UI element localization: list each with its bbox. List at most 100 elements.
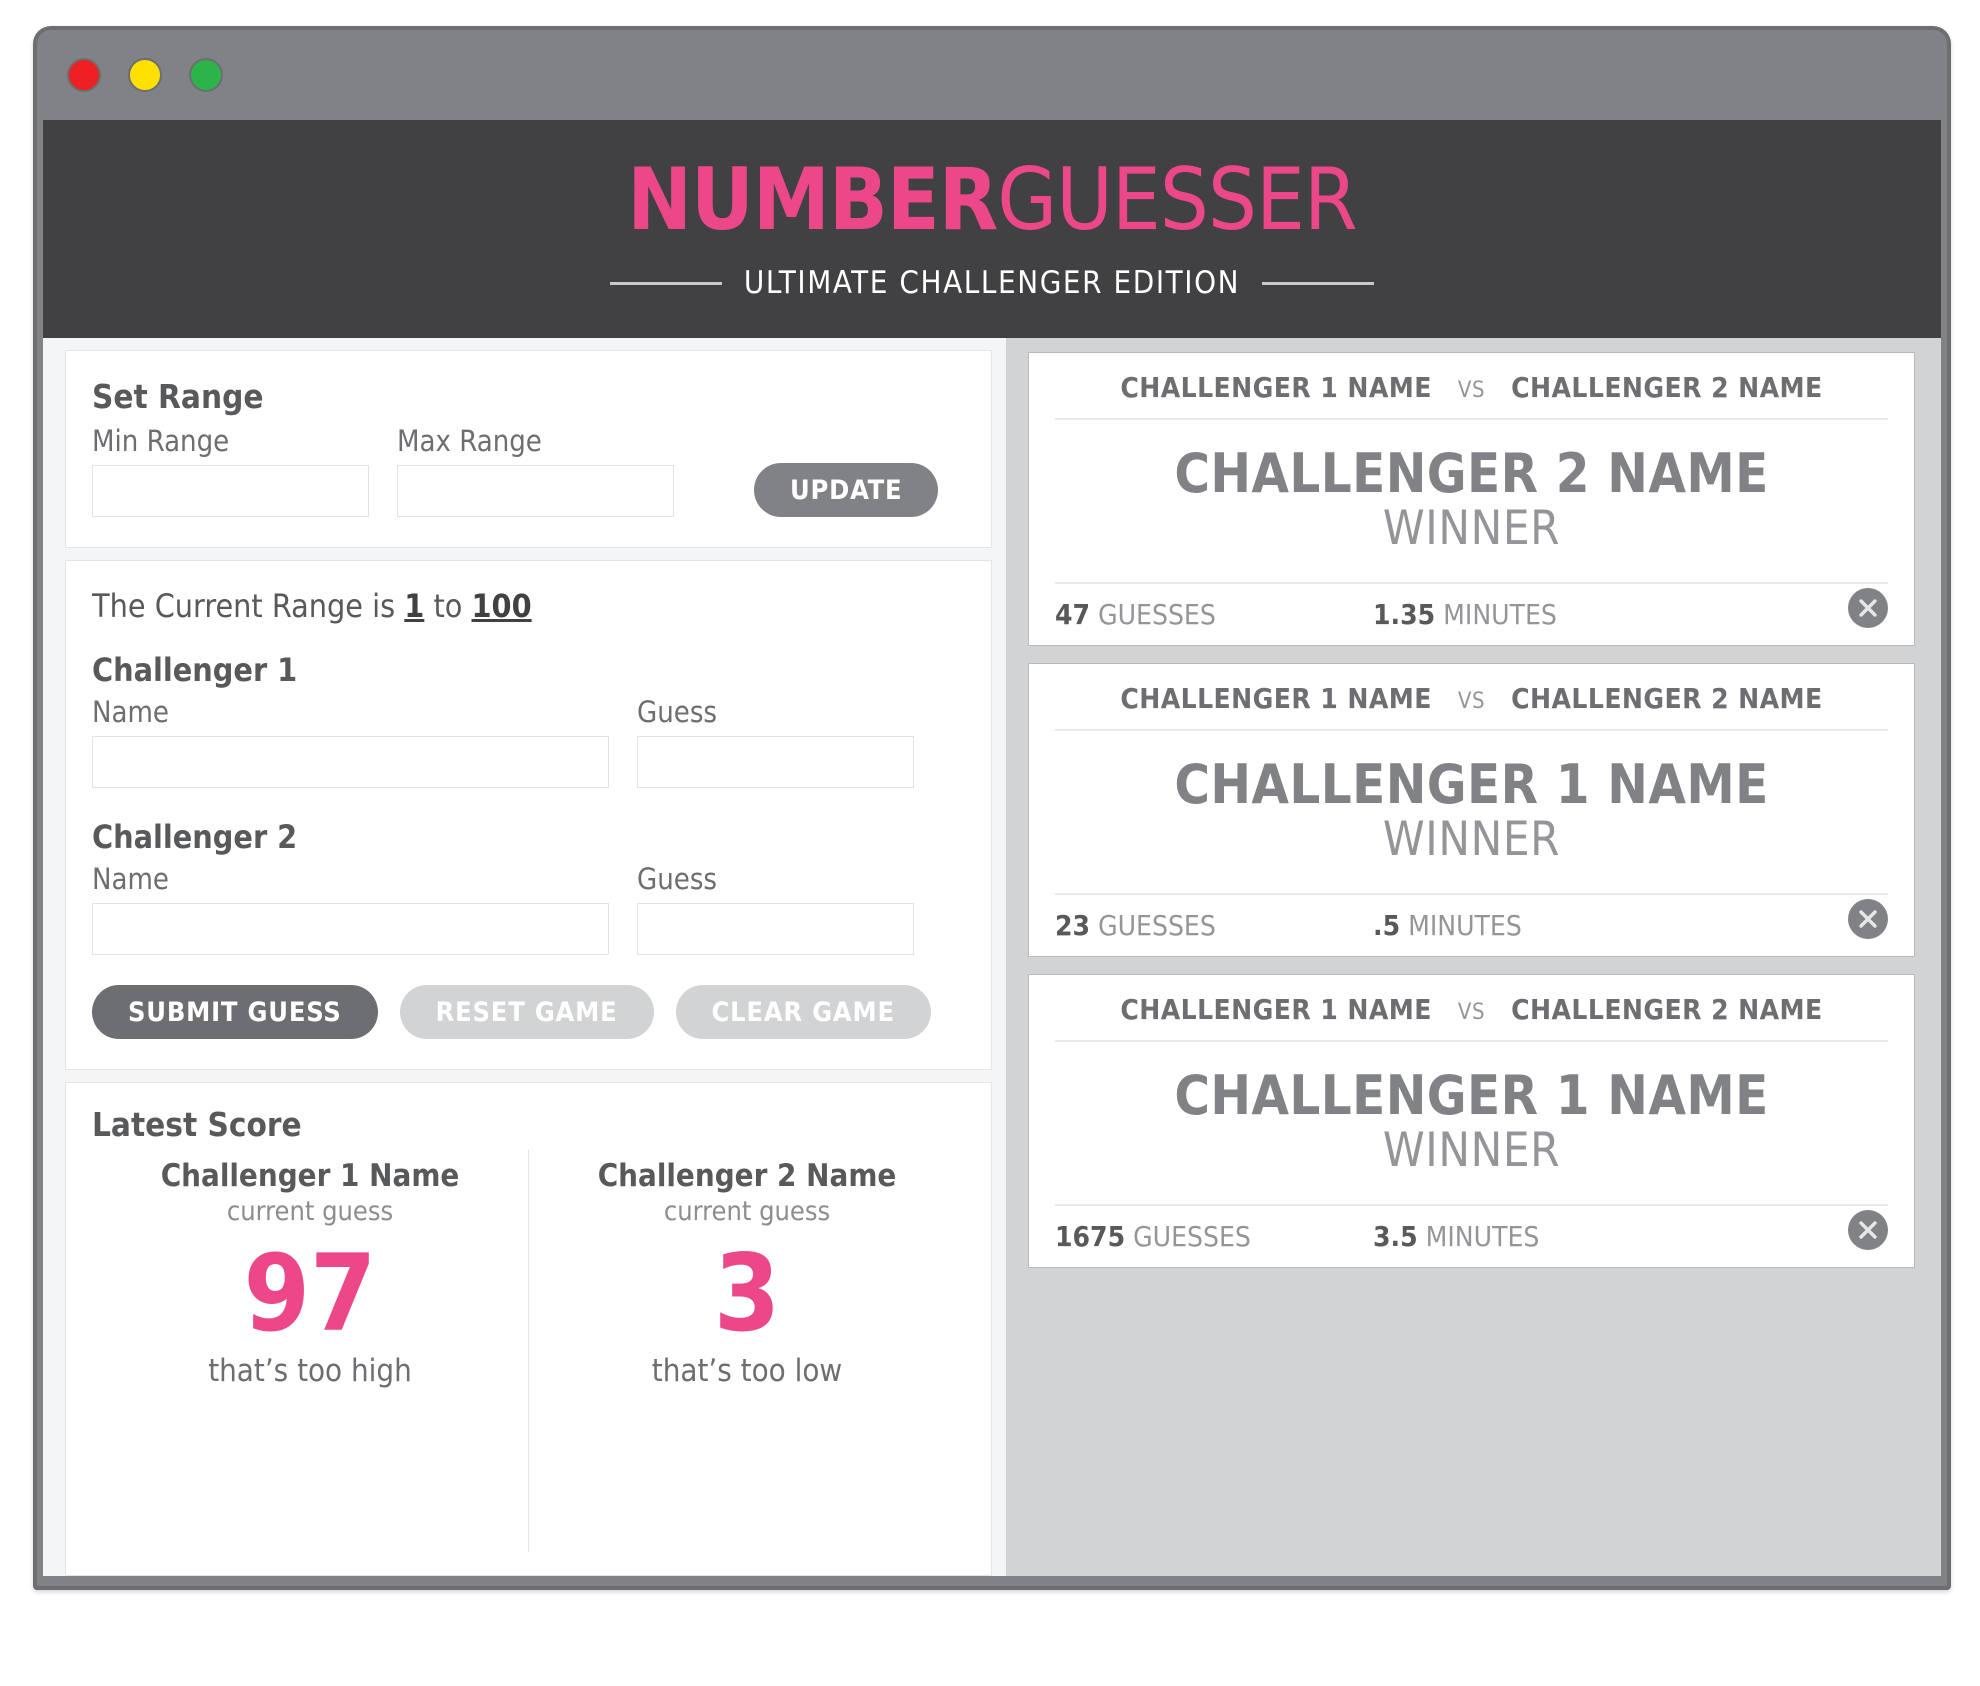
challenger-2-fields: Name Guess [92, 862, 965, 955]
card-guesses-value: 1675 [1055, 1220, 1126, 1253]
app-window: NUMBERGUESSER ULTIMATE CHALLENGER EDITIO… [33, 26, 1951, 1590]
card-player-1-name: CHALLENGER 1 NAME [1120, 682, 1432, 715]
card-player-2-name: CHALLENGER 2 NAME [1511, 682, 1823, 715]
card-winner-label: WINNER [1382, 501, 1561, 556]
card-minutes-value: .5 [1373, 909, 1401, 942]
card-minutes-label: MINUTES [1443, 598, 1557, 631]
card-guesses-value: 23 [1055, 909, 1091, 942]
card-guesses-label: GUESSES [1098, 909, 1216, 942]
app-body: Set Range Min Range Max Range UPDATE The… [43, 338, 1941, 1576]
challenger-1-name-label: Name [92, 695, 169, 729]
app-viewport: NUMBERGUESSER ULTIMATE CHALLENGER EDITIO… [43, 120, 1941, 1576]
card-player-1-name: CHALLENGER 1 NAME [1120, 371, 1432, 404]
delete-game-button[interactable] [1848, 587, 1888, 628]
card-player-1-name: CHALLENGER 1 NAME [1120, 993, 1432, 1026]
challenger-1-guess-input[interactable] [637, 736, 914, 788]
card-winner-name: CHALLENGER 1 NAME [1174, 1064, 1769, 1127]
card-minutes-value: 3.5 [1373, 1220, 1418, 1253]
card-winner-label: WINNER [1382, 812, 1561, 867]
current-range-text: The Current Range is 1 to 100 [92, 587, 965, 625]
challenger-2-title: Challenger 2 [92, 818, 298, 856]
app-subtitle: ULTIMATE CHALLENGER EDITION [743, 265, 1241, 301]
card-minutes-label: MINUTES [1408, 909, 1522, 942]
set-range-fields: Min Range Max Range UPDATE [92, 424, 965, 517]
controls-column: Set Range Min Range Max Range UPDATE The… [43, 338, 1006, 1576]
delete-game-button[interactable] [1848, 1209, 1888, 1250]
card-vs-label: VS [1457, 1000, 1486, 1025]
card-player-2-name: CHALLENGER 2 NAME [1511, 371, 1823, 404]
maximize-window-dot[interactable] [189, 58, 223, 92]
card-guesses-label: GUESSES [1098, 598, 1216, 631]
max-range-input[interactable] [397, 465, 674, 517]
window-titlebar [37, 30, 1947, 120]
card-minutes-stat: 3.5 MINUTES [1373, 1220, 1539, 1253]
card-matchup-header: CHALLENGER 1 NAME VS CHALLENGER 2 NAME [1055, 371, 1888, 420]
update-range-button[interactable]: UPDATE [754, 463, 939, 517]
card-vs-label: VS [1457, 689, 1486, 714]
card-winner-label: WINNER [1382, 1123, 1561, 1178]
set-range-panel: Set Range Min Range Max Range UPDATE [65, 350, 992, 548]
card-minutes-stat: .5 MINUTES [1373, 909, 1522, 942]
app-logo: NUMBERGUESSER [627, 157, 1357, 243]
past-game-card: CHALLENGER 1 NAME VS CHALLENGER 2 NAME C… [1028, 352, 1915, 646]
challenger-1-name-group: Name [92, 695, 609, 788]
current-range-min: 1 [404, 587, 425, 625]
card-guesses-stat: 47 GUESSES [1055, 598, 1373, 631]
delete-game-button[interactable] [1848, 898, 1888, 939]
game-action-buttons: SUBMIT GUESS RESET GAME CLEAR GAME [92, 985, 965, 1039]
card-stats-footer: 1675 GUESSES 3.5 MINUTES [1055, 1204, 1888, 1253]
logo-light-text: GUESSER [997, 150, 1357, 250]
challenger-2-guess-label: Guess [637, 862, 718, 896]
challenger-1-guess-label: Guess [637, 695, 718, 729]
app-subtitle-row: ULTIMATE CHALLENGER EDITION [609, 265, 1375, 301]
challenger-1-guess-group: Guess [637, 695, 914, 788]
latest-score-columns: Challenger 1 Name current guess 97 that’… [92, 1150, 965, 1552]
max-range-field-group: Max Range [397, 424, 674, 517]
latest-score-column-2: Challenger 2 Name current guess 3 that’s… [528, 1150, 965, 1552]
score-challenger-2-caption: current guess [663, 1196, 831, 1227]
card-guesses-stat: 1675 GUESSES [1055, 1220, 1373, 1253]
current-range-prefix: The Current Range is [92, 587, 405, 625]
card-minutes-value: 1.35 [1373, 598, 1436, 631]
past-games-column: CHALLENGER 1 NAME VS CHALLENGER 2 NAME C… [1006, 338, 1941, 1576]
reset-game-button[interactable]: RESET GAME [399, 985, 654, 1039]
card-player-2-name: CHALLENGER 2 NAME [1511, 993, 1823, 1026]
current-range-joiner: to [424, 587, 472, 625]
window-controls [67, 58, 223, 92]
card-winner-name: CHALLENGER 2 NAME [1174, 442, 1769, 505]
subtitle-rule-left [609, 281, 722, 285]
challenger-2-block: Challenger 2 Name Guess [92, 818, 965, 955]
challenger-1-name-input[interactable] [92, 736, 609, 788]
logo-bold-text: NUMBER [627, 150, 998, 250]
close-window-dot[interactable] [67, 58, 101, 92]
latest-score-title: Latest Score [92, 1105, 302, 1144]
card-winner-body: CHALLENGER 2 NAME WINNER [1055, 420, 1888, 582]
app-header: NUMBERGUESSER ULTIMATE CHALLENGER EDITIO… [43, 120, 1941, 338]
card-winner-body: CHALLENGER 1 NAME WINNER [1055, 1042, 1888, 1204]
card-guesses-stat: 23 GUESSES [1055, 909, 1373, 942]
challenger-2-name-label: Name [92, 862, 169, 896]
card-stats-footer: 47 GUESSES 1.35 MINUTES [1055, 582, 1888, 631]
min-range-field-group: Min Range [92, 424, 369, 517]
clear-game-button[interactable]: CLEAR GAME [675, 985, 931, 1039]
challenger-2-name-input[interactable] [92, 903, 609, 955]
challenger-2-guess-input[interactable] [637, 903, 914, 955]
card-matchup-header: CHALLENGER 1 NAME VS CHALLENGER 2 NAME [1055, 993, 1888, 1042]
challenger-1-block: Challenger 1 Name Guess [92, 651, 965, 788]
challenger-2-guess-group: Guess [637, 862, 914, 955]
score-challenger-1-value: 97 [243, 1232, 377, 1355]
card-winner-body: CHALLENGER 1 NAME WINNER [1055, 731, 1888, 893]
score-challenger-1-name: Challenger 1 Name [160, 1158, 460, 1194]
score-challenger-2-value: 3 [713, 1232, 781, 1355]
submit-guess-button[interactable]: SUBMIT GUESS [92, 985, 378, 1039]
min-range-input[interactable] [92, 465, 369, 517]
card-winner-name: CHALLENGER 1 NAME [1174, 753, 1769, 816]
close-icon [1859, 909, 1877, 928]
subtitle-rule-right [1262, 281, 1375, 285]
challenger-1-fields: Name Guess [92, 695, 965, 788]
minimize-window-dot[interactable] [128, 58, 162, 92]
past-game-card: CHALLENGER 1 NAME VS CHALLENGER 2 NAME C… [1028, 974, 1915, 1268]
min-range-label: Min Range [92, 424, 230, 458]
card-guesses-value: 47 [1055, 598, 1091, 631]
card-stats-footer: 23 GUESSES .5 MINUTES [1055, 893, 1888, 942]
